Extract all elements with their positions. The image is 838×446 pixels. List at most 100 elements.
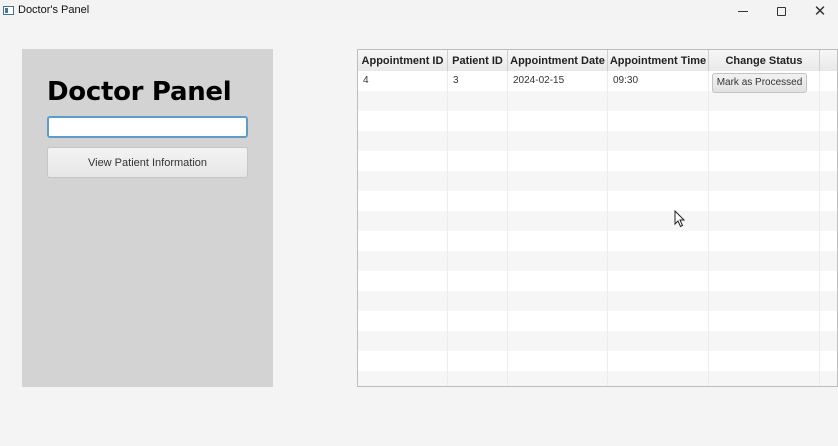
- column-header-appointment-time[interactable]: Appointment Time: [608, 50, 709, 71]
- empty-cell: [508, 231, 608, 251]
- table-row: [358, 371, 837, 386]
- empty-cell: [608, 231, 709, 251]
- empty-cell: [608, 311, 709, 331]
- empty-cell: [820, 91, 837, 111]
- empty-cell: [709, 91, 820, 111]
- table-header: Appointment ID Patient ID Appointment Da…: [358, 50, 837, 72]
- empty-cell: [448, 331, 508, 351]
- table-row: [358, 311, 837, 331]
- empty-cell: [358, 151, 448, 171]
- empty-cell: [608, 131, 709, 151]
- mouse-cursor-icon: [674, 210, 686, 228]
- empty-cell: [448, 171, 508, 191]
- table-row: [358, 91, 837, 111]
- table-row: [358, 351, 837, 371]
- cell-patient-id: 3: [448, 71, 508, 91]
- empty-cell: [820, 371, 837, 386]
- column-header-appointment-date[interactable]: Appointment Date: [508, 50, 608, 71]
- empty-cell: [448, 291, 508, 311]
- empty-cell: [508, 371, 608, 386]
- empty-cell: [358, 211, 448, 231]
- minimize-icon: [738, 10, 748, 12]
- table-row: [358, 231, 837, 251]
- empty-cell: [448, 211, 508, 231]
- table-row[interactable]: 4 3 2024-02-15 09:30 Mark as Processed: [358, 71, 837, 93]
- minimize-button[interactable]: [724, 0, 762, 22]
- empty-cell: [358, 291, 448, 311]
- table-row: [358, 291, 837, 311]
- empty-cell: [448, 151, 508, 171]
- table-row: [358, 131, 837, 151]
- empty-cell: [508, 91, 608, 111]
- empty-cell: [709, 291, 820, 311]
- empty-cell: [508, 191, 608, 211]
- empty-cell: [820, 231, 837, 251]
- panel-heading: Doctor Panel: [47, 77, 232, 107]
- appointments-table: Appointment ID Patient ID Appointment Da…: [357, 49, 838, 387]
- empty-cell: [508, 351, 608, 371]
- empty-cell: [820, 331, 837, 351]
- empty-cell: [820, 111, 837, 131]
- empty-cell: [508, 311, 608, 331]
- empty-cell: [358, 91, 448, 111]
- view-patient-information-button[interactable]: View Patient Information: [47, 147, 248, 178]
- maximize-button[interactable]: [762, 0, 800, 22]
- empty-cell: [709, 171, 820, 191]
- empty-cell: [608, 331, 709, 351]
- empty-cell: [508, 291, 608, 311]
- empty-cell: [820, 151, 837, 171]
- empty-cell: [508, 271, 608, 291]
- column-header-patient-id[interactable]: Patient ID: [448, 50, 508, 71]
- empty-cell: [608, 111, 709, 131]
- patient-id-input[interactable]: [47, 116, 248, 138]
- empty-cell: [709, 191, 820, 211]
- app-icon: [3, 6, 14, 15]
- empty-cell: [358, 371, 448, 386]
- empty-cell: [709, 251, 820, 271]
- table-body: 4 3 2024-02-15 09:30 Mark as Processed: [358, 71, 837, 386]
- empty-cell: [608, 371, 709, 386]
- close-button[interactable]: ✕: [801, 0, 838, 22]
- empty-cell: [358, 311, 448, 331]
- column-header-filler: [820, 50, 837, 71]
- cell-time: 09:30: [608, 71, 709, 91]
- empty-cell: [709, 131, 820, 151]
- empty-cell: [608, 351, 709, 371]
- empty-cell: [448, 371, 508, 386]
- table-row: [358, 211, 837, 231]
- empty-cell: [448, 351, 508, 371]
- empty-cell: [709, 311, 820, 331]
- empty-cell: [358, 191, 448, 211]
- empty-cell: [608, 271, 709, 291]
- table-row: [358, 111, 837, 131]
- empty-cell: [358, 351, 448, 371]
- empty-cell: [608, 291, 709, 311]
- empty-cell: [448, 271, 508, 291]
- empty-cell: [608, 171, 709, 191]
- empty-cell: [508, 331, 608, 351]
- empty-cell: [709, 371, 820, 386]
- close-icon: ✕: [813, 1, 827, 20]
- empty-cell: [608, 151, 709, 171]
- table-row: [358, 271, 837, 291]
- empty-cell: [709, 231, 820, 251]
- empty-cell: [709, 351, 820, 371]
- maximize-icon: [776, 6, 786, 16]
- empty-cell: [820, 271, 837, 291]
- cell-date: 2024-02-15: [508, 71, 608, 91]
- cell-appointment-id: 4: [358, 71, 448, 91]
- empty-cell: [820, 191, 837, 211]
- column-header-change-status[interactable]: Change Status: [709, 50, 820, 71]
- empty-cell: [709, 211, 820, 231]
- cell-filler: [820, 71, 837, 91]
- empty-cell: [820, 211, 837, 231]
- empty-cell: [608, 211, 709, 231]
- empty-cell: [358, 111, 448, 131]
- empty-cell: [709, 151, 820, 171]
- column-header-appointment-id[interactable]: Appointment ID: [358, 50, 448, 71]
- empty-cell: [508, 211, 608, 231]
- empty-cell: [508, 131, 608, 151]
- empty-cell: [358, 331, 448, 351]
- mark-as-processed-button[interactable]: Mark as Processed: [712, 73, 807, 93]
- doctor-panel: Doctor Panel View Patient Information: [22, 49, 273, 387]
